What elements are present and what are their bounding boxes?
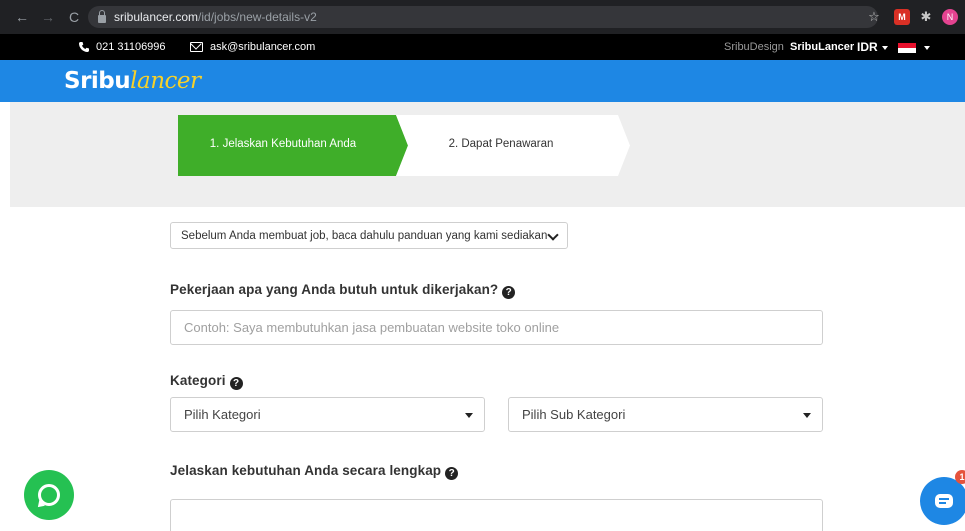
- site-header: Sribulancer: [0, 60, 965, 102]
- chat-button[interactable]: [920, 477, 965, 525]
- sribudesign-link[interactable]: SribuDesign: [724, 41, 784, 53]
- url-host: sribulancer.com: [114, 10, 199, 24]
- chat-icon: [935, 494, 953, 508]
- back-arrow-icon[interactable]: ←: [12, 9, 32, 25]
- subcategory-select-value: Pilih Sub Kategori: [522, 407, 626, 422]
- caret-down-icon: [881, 45, 888, 50]
- profile-avatar[interactable]: N: [942, 9, 958, 25]
- email-link[interactable]: ask@sribulancer.com: [210, 41, 315, 53]
- job-label: Pekerjaan apa yang Anda butuh untuk dike…: [170, 282, 516, 299]
- bookmark-star-icon[interactable]: ☆: [866, 9, 882, 25]
- subcategory-select[interactable]: Pilih Sub Kategori: [508, 397, 823, 432]
- chat-notification-badge: 1: [955, 470, 965, 484]
- chevron-down-icon: [547, 229, 559, 241]
- category-label: Kategori?: [170, 373, 243, 390]
- guide-text: Sebelum Anda membuat job, baca dahulu pa…: [181, 229, 548, 242]
- step-1-label: 1. Jelaskan Kebutuhan Anda: [209, 138, 357, 150]
- extensions-puzzle-icon[interactable]: ✱: [918, 9, 934, 25]
- language-caret-icon[interactable]: [924, 46, 930, 50]
- category-select-value: Pilih Kategori: [184, 407, 261, 422]
- question-help-icon[interactable]: ?: [229, 377, 243, 390]
- mail-icon: [190, 42, 203, 52]
- url-path: /id/jobs/new-details-v2: [198, 10, 317, 24]
- description-label: Jelaskan kebutuhan Anda secara lengkap?: [170, 463, 459, 480]
- job-title-input[interactable]: [170, 310, 823, 345]
- address-bar[interactable]: sribulancer.com/id/jobs/new-details-v2: [88, 6, 878, 28]
- question-help-icon[interactable]: ?: [445, 467, 459, 480]
- phone-icon: [79, 42, 89, 52]
- reload-icon[interactable]: C: [64, 9, 84, 25]
- caret-down-icon: [465, 413, 473, 418]
- phone-number[interactable]: 021 31106996: [96, 41, 166, 53]
- step-2: 2. Dapat Penawaran: [396, 115, 630, 176]
- step-1: 1. Jelaskan Kebutuhan Anda: [178, 115, 408, 176]
- indonesia-flag-icon[interactable]: [898, 43, 916, 53]
- currency-label: IDR: [857, 40, 878, 54]
- question-help-icon[interactable]: ?: [502, 286, 516, 299]
- contact-bar: 021 31106996 ask@sribulancer.com SribuDe…: [0, 34, 965, 60]
- category-select[interactable]: Pilih Kategori: [170, 397, 485, 432]
- lock-icon: [98, 9, 106, 23]
- description-textarea[interactable]: [170, 499, 823, 531]
- caret-down-icon: [803, 413, 811, 418]
- guide-dropdown[interactable]: Sebelum Anda membuat job, baca dahulu pa…: [170, 222, 568, 249]
- forward-arrow-icon[interactable]: →: [38, 9, 58, 25]
- whatsapp-icon: [38, 484, 60, 506]
- currency-dropdown[interactable]: IDR: [857, 40, 888, 54]
- extension-icon[interactable]: M: [894, 9, 910, 25]
- step-2-label: 2. Dapat Penawaran: [448, 138, 554, 150]
- sribulancer-logo[interactable]: Sribulancer: [64, 68, 201, 94]
- whatsapp-button[interactable]: [24, 470, 74, 520]
- browser-toolbar: ← → C sribulancer.com/id/jobs/new-detail…: [0, 0, 965, 34]
- sribulancer-link[interactable]: SribuLancer: [790, 41, 854, 53]
